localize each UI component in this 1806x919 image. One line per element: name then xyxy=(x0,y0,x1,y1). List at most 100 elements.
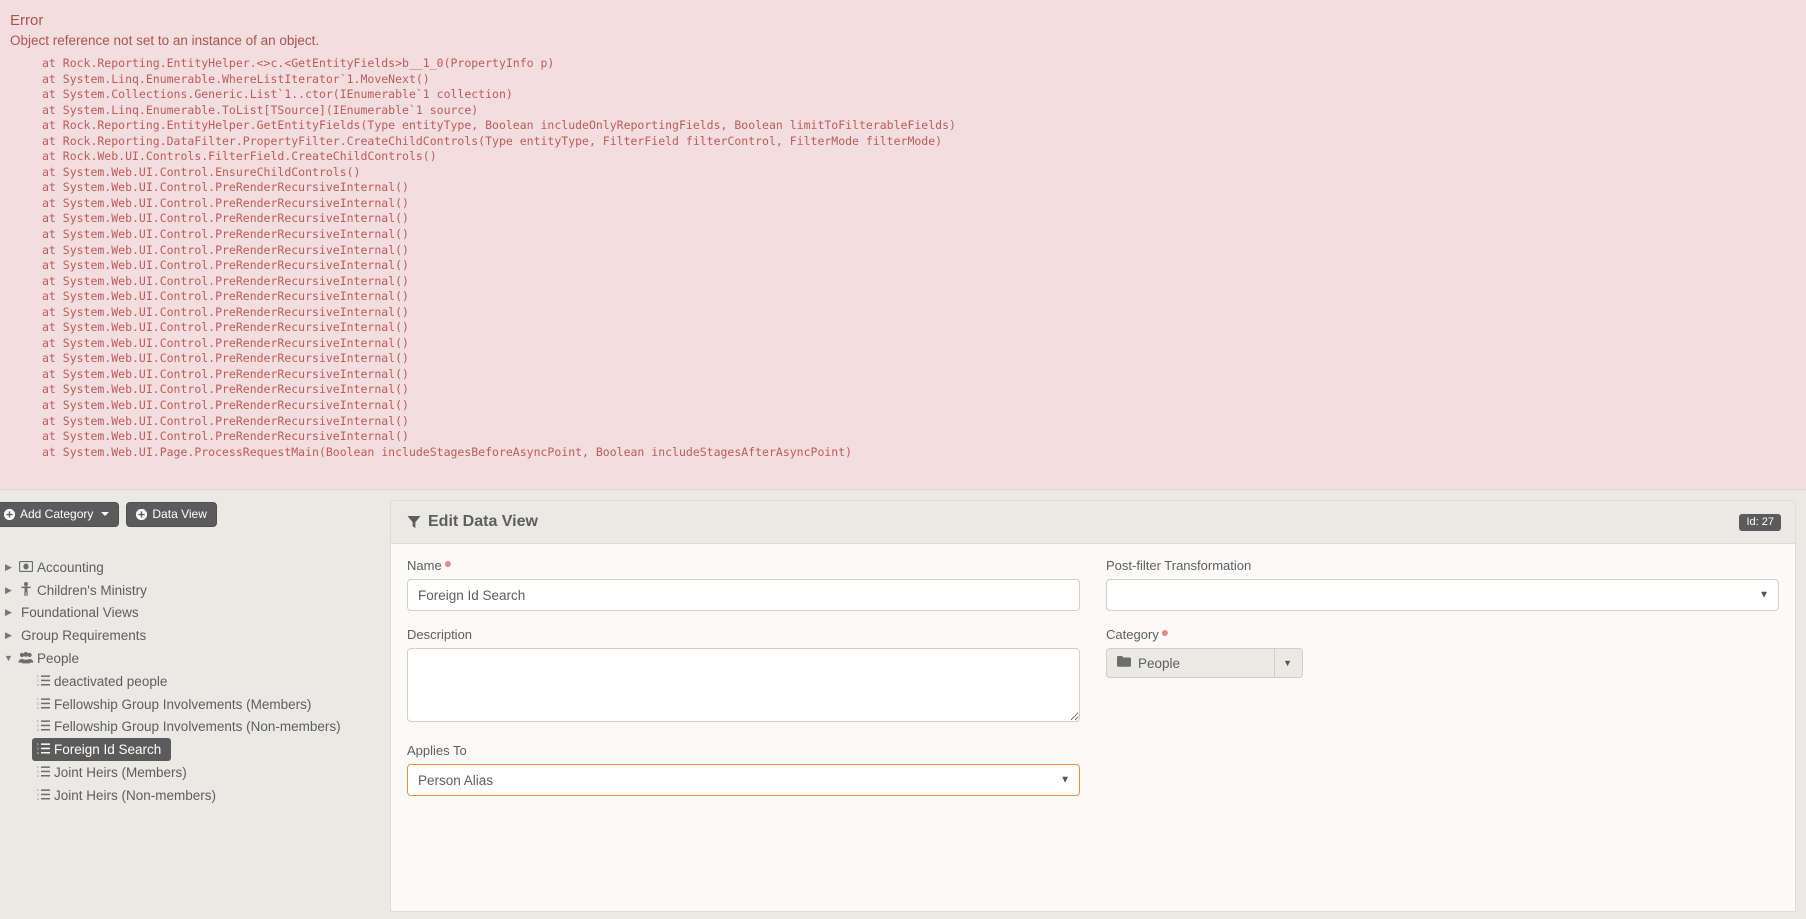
stack-trace-line: at Rock.Reporting.DataFilter.PropertyFil… xyxy=(42,134,1796,150)
name-label: Name● xyxy=(407,558,1080,573)
divider xyxy=(1274,649,1275,677)
tree-item-label: Foundational Views xyxy=(21,605,139,620)
stack-trace-line: at System.Web.UI.Control.EnsureChildCont… xyxy=(42,165,1796,181)
tree-item-label: Children's Ministry xyxy=(37,583,147,598)
stack-trace-line: at System.Web.UI.Control.PreRenderRecurs… xyxy=(42,382,1796,398)
add-category-button[interactable]: Add Category xyxy=(0,502,119,527)
svg-text:3: 3 xyxy=(37,751,39,754)
plus-circle-icon xyxy=(136,509,147,520)
stack-trace-line: at Rock.Reporting.EntityHelper.<>c.<GetE… xyxy=(42,56,1796,72)
chevron-right-icon[interactable]: ▶ xyxy=(2,563,15,572)
form-right-column: Post-filter Transformation ▼ Category● xyxy=(1106,558,1779,812)
tree-item-accounting[interactable]: ▶ Accounting xyxy=(0,556,390,579)
list-icon: 123 xyxy=(32,720,54,733)
sidebar-toolbar: Add Category Data View xyxy=(0,498,390,527)
tree-item-fellowship-group-involvements-members[interactable]: 123Fellowship Group Involvements (Member… xyxy=(0,693,390,716)
stack-trace-line: at System.Web.UI.Control.PreRenderRecurs… xyxy=(42,243,1796,259)
form-left-column: Name● Description Applies To ▼ xyxy=(407,558,1080,812)
stack-trace-line: at System.Web.UI.Page.ProcessRequestMain… xyxy=(42,445,1796,461)
data-view-button[interactable]: Data View xyxy=(126,502,216,527)
stack-trace-line: at System.Collections.Generic.List`1..ct… xyxy=(42,87,1796,103)
chevron-down-icon: ▼ xyxy=(1283,658,1292,668)
svg-text:3: 3 xyxy=(37,683,39,686)
chevron-right-icon[interactable]: ▶ xyxy=(2,586,15,595)
svg-text:3: 3 xyxy=(37,705,39,708)
tree-item-group-requirements[interactable]: ▶ Group Requirements xyxy=(0,624,390,647)
child-icon xyxy=(15,582,37,598)
stack-trace-line: at System.Linq.Enumerable.ToList[TSource… xyxy=(42,103,1796,119)
applies-to-select-wrap: ▼ xyxy=(407,764,1080,796)
category-picker[interactable]: People ▼ xyxy=(1106,648,1303,678)
error-panel: Error Object reference not set to an ins… xyxy=(0,0,1806,490)
filter-icon xyxy=(407,515,421,529)
required-indicator: ● xyxy=(1161,624,1169,640)
name-field-group: Name● xyxy=(407,558,1080,611)
applies-to-label: Applies To xyxy=(407,743,1080,758)
stack-trace-line: at System.Web.UI.Control.PreRenderRecurs… xyxy=(42,258,1796,274)
stack-trace-line: at System.Web.UI.Control.PreRenderRecurs… xyxy=(42,367,1796,383)
list-icon: 123 xyxy=(32,743,54,756)
sidebar: Add Category Data View ▶ Accounting ▶ Child… xyxy=(0,490,390,919)
stack-trace-line: at System.Web.UI.Control.PreRenderRecurs… xyxy=(42,227,1796,243)
content-area: Add Category Data View ▶ Accounting ▶ Child… xyxy=(0,490,1806,919)
tree-item-foundational-views[interactable]: ▶ Foundational Views xyxy=(0,602,390,625)
stack-trace-line: at System.Web.UI.Control.PreRenderRecurs… xyxy=(42,211,1796,227)
category-picker-right: ▼ xyxy=(1274,649,1298,677)
stack-trace-line: at System.Web.UI.Control.PreRenderRecurs… xyxy=(42,320,1796,336)
panel-title: Edit Data View xyxy=(407,513,538,531)
tree-item-fellowship-group-involvements-non-members[interactable]: 123Fellowship Group Involvements (Non-me… xyxy=(0,716,390,739)
name-input[interactable] xyxy=(407,579,1080,611)
stack-trace-line: at System.Web.UI.Control.PreRenderRecurs… xyxy=(42,305,1796,321)
tree-item-label: Accounting xyxy=(37,560,104,575)
post-filter-field-group: Post-filter Transformation ▼ xyxy=(1106,558,1779,611)
stack-trace-line: at System.Web.UI.Control.PreRenderRecurs… xyxy=(42,274,1796,290)
tree-item-foreign-id-search[interactable]: 123Foreign Id Search xyxy=(32,738,171,761)
tree-item-label: Joint Heirs (Non-members) xyxy=(54,788,216,803)
tree-item-people[interactable]: ▼ People xyxy=(0,647,390,670)
stack-trace-line: at System.Web.UI.Control.PreRenderRecurs… xyxy=(42,289,1796,305)
stack-trace-line: at System.Linq.Enumerable.WhereListItera… xyxy=(42,72,1796,88)
error-stack-trace: at Rock.Reporting.EntityHelper.<>c.<GetE… xyxy=(10,56,1796,460)
tree-item-label: People xyxy=(37,651,79,666)
folder-icon xyxy=(1117,656,1131,670)
users-icon xyxy=(15,652,37,666)
tree-item-joint-heirs-members[interactable]: 123Joint Heirs (Members) xyxy=(0,761,390,784)
stack-trace-line: at System.Web.UI.Control.PreRenderRecurs… xyxy=(42,336,1796,352)
chevron-right-icon[interactable]: ▶ xyxy=(2,608,15,617)
tree-item-children-s-ministry[interactable]: ▶ Children's Ministry xyxy=(0,579,390,602)
svg-text:3: 3 xyxy=(37,728,39,731)
list-icon: 123 xyxy=(32,766,54,779)
panel-title-text: Edit Data View xyxy=(428,513,538,531)
tree-item-label: Group Requirements xyxy=(21,628,146,643)
chevron-down-icon[interactable]: ▼ xyxy=(2,654,15,663)
tree-item-label: Fellowship Group Involvements (Members) xyxy=(54,697,311,712)
chevron-down-icon xyxy=(101,512,109,516)
tree-item-label: Foreign Id Search xyxy=(54,742,161,757)
description-label: Description xyxy=(407,627,1080,642)
post-filter-label: Post-filter Transformation xyxy=(1106,558,1779,573)
description-field-group: Description xyxy=(407,627,1080,727)
stack-trace-line: at System.Web.UI.Control.PreRenderRecurs… xyxy=(42,429,1796,445)
error-title: Error xyxy=(10,12,1796,29)
chevron-right-icon[interactable]: ▶ xyxy=(2,631,15,640)
description-textarea[interactable] xyxy=(407,648,1080,722)
stack-trace-line: at System.Web.UI.Control.PreRenderRecurs… xyxy=(42,351,1796,367)
data-view-label: Data View xyxy=(152,507,206,521)
panel-heading: Edit Data View Id: 27 xyxy=(391,501,1795,544)
stack-trace-line: at Rock.Reporting.EntityHelper.GetEntity… xyxy=(42,118,1796,134)
applies-to-select[interactable] xyxy=(407,764,1080,796)
stack-trace-line: at Rock.Web.UI.Controls.FilterField.Crea… xyxy=(42,149,1796,165)
error-message: Object reference not set to an instance … xyxy=(10,33,1796,48)
category-field-group: Category● People ▼ xyxy=(1106,627,1779,678)
svg-text:3: 3 xyxy=(37,797,39,800)
panel-body: Name● Description Applies To ▼ xyxy=(391,544,1795,830)
list-icon: 123 xyxy=(32,675,54,688)
tree-item-deactivated-people[interactable]: 123deactivated people xyxy=(0,670,390,693)
name-label-text: Name xyxy=(407,558,442,573)
tree-item-joint-heirs-non-members[interactable]: 123Joint Heirs (Non-members) xyxy=(0,784,390,807)
required-indicator: ● xyxy=(444,555,452,571)
post-filter-select[interactable] xyxy=(1106,579,1779,611)
tree-item-label: Fellowship Group Involvements (Non-membe… xyxy=(54,719,341,734)
applies-to-field-group: Applies To ▼ xyxy=(407,743,1080,796)
category-picker-left: People xyxy=(1117,656,1180,671)
